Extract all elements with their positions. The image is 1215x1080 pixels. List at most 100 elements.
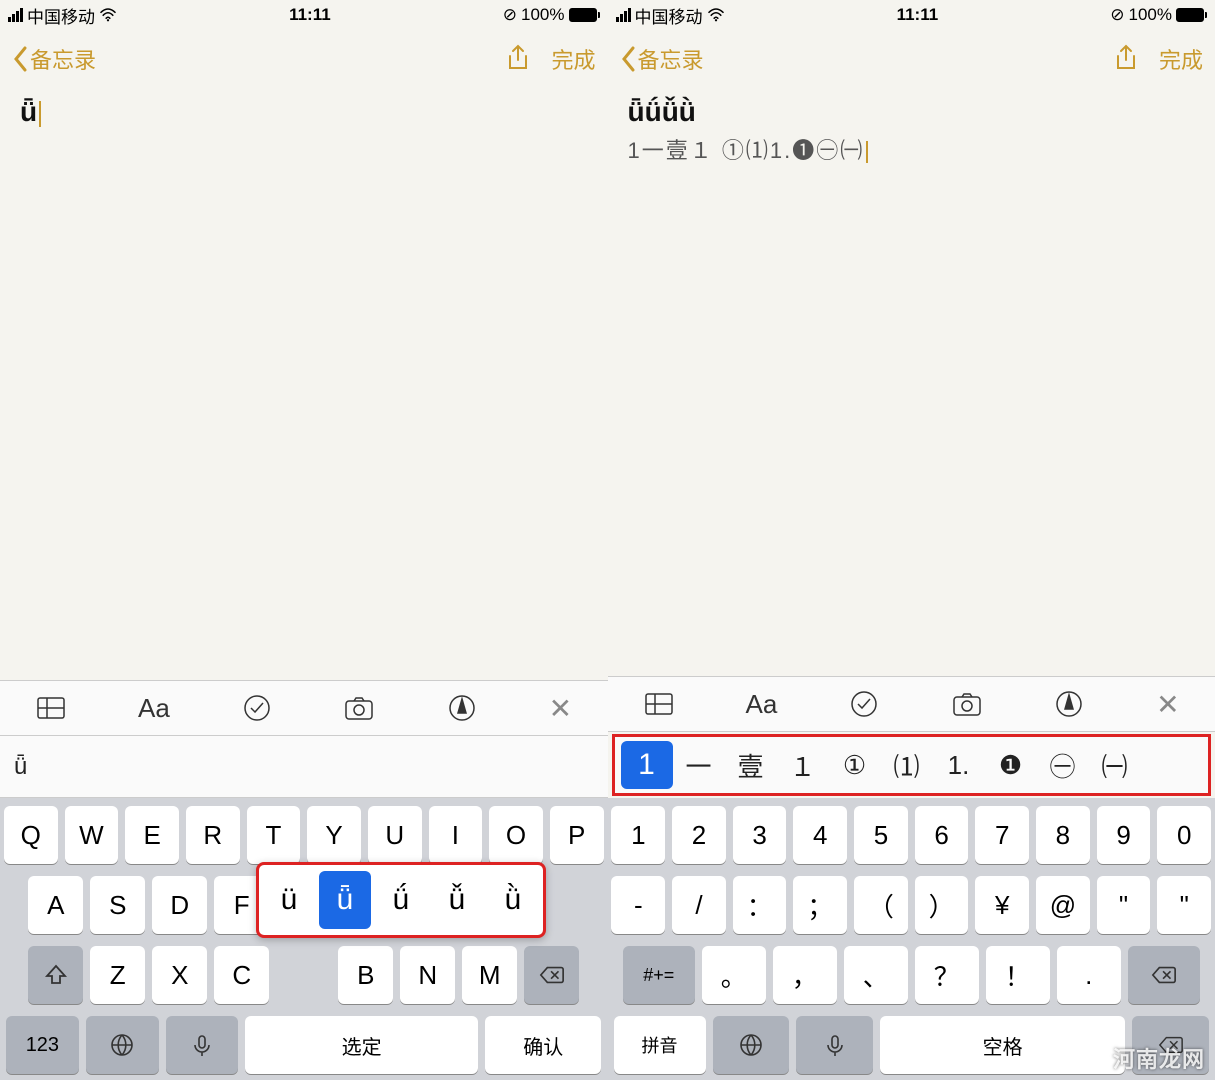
popup-option[interactable]: ǜ	[487, 871, 539, 929]
key-M[interactable]: M	[462, 946, 517, 1004]
popup-option[interactable]: ü	[263, 871, 315, 929]
key-W[interactable]: W	[65, 806, 119, 864]
popup-option[interactable]: ǚ	[431, 871, 483, 929]
key-5[interactable]: 5	[854, 806, 908, 864]
key-P[interactable]: P	[550, 806, 604, 864]
table-icon[interactable]	[643, 688, 675, 720]
key-"[interactable]: "	[1157, 876, 1211, 934]
candidate-item[interactable]: ㊀	[1037, 741, 1089, 789]
camera-icon[interactable]	[951, 688, 983, 720]
backspace-key[interactable]	[1128, 946, 1200, 1004]
markup-icon[interactable]	[1053, 688, 1085, 720]
markup-icon[interactable]	[446, 692, 478, 724]
key-O[interactable]: O	[489, 806, 543, 864]
key-D[interactable]: D	[152, 876, 207, 934]
backspace-key[interactable]	[524, 946, 579, 1004]
key-U[interactable]: U	[368, 806, 422, 864]
table-icon[interactable]	[35, 692, 67, 724]
key-3[interactable]: 3	[733, 806, 787, 864]
key-9[interactable]: 9	[1097, 806, 1151, 864]
key-Q[interactable]: Q	[4, 806, 58, 864]
key-）[interactable]: ）	[915, 876, 969, 934]
key-、[interactable]: 、	[844, 946, 908, 1004]
globe-key[interactable]	[86, 1016, 159, 1074]
status-time: 11:11	[289, 5, 331, 25]
key-@[interactable]: @	[1036, 876, 1090, 934]
close-toolbar-icon[interactable]: ✕	[549, 692, 572, 725]
key-1[interactable]: 1	[611, 806, 665, 864]
candidate-bar[interactable]: ǖ	[0, 736, 608, 798]
candidate-item[interactable]: ①	[829, 741, 881, 789]
text-format-icon[interactable]: Aa	[746, 689, 778, 720]
checklist-icon[interactable]	[241, 692, 273, 724]
candidate-bar[interactable]: 1一壹１①⑴1.❶㊀㈠	[612, 734, 1212, 796]
key-2[interactable]: 2	[672, 806, 726, 864]
key-7[interactable]: 7	[975, 806, 1029, 864]
key-Y[interactable]: Y	[307, 806, 361, 864]
shift-key[interactable]	[28, 946, 83, 1004]
checklist-icon[interactable]	[848, 688, 880, 720]
key-！[interactable]: ！	[986, 946, 1050, 1004]
key-；[interactable]: ；	[793, 876, 847, 934]
numbers-key[interactable]: 123	[6, 1016, 79, 1074]
key-（[interactable]: （	[854, 876, 908, 934]
right-phone: 中国移动 11:11 ⊘ 100% 备忘录 完成 ǖǘǚǜ 1一壹１ ①⑴1.❶…	[608, 0, 1215, 1080]
note-content[interactable]: ǖ	[0, 88, 608, 680]
candidate-item[interactable]: 壹	[725, 741, 777, 789]
key-，[interactable]: ，	[773, 946, 837, 1004]
text-format-icon[interactable]: Aa	[138, 693, 170, 724]
key-X[interactable]: X	[152, 946, 207, 1004]
select-key[interactable]: 选定	[245, 1016, 478, 1074]
key-？[interactable]: ？	[915, 946, 979, 1004]
done-button[interactable]: 完成	[551, 43, 595, 75]
key-T[interactable]: T	[247, 806, 301, 864]
key-：[interactable]: ：	[733, 876, 787, 934]
key-.[interactable]: .	[1057, 946, 1121, 1004]
key-4[interactable]: 4	[793, 806, 847, 864]
candidate-item[interactable]: ⑴	[881, 741, 933, 789]
done-button[interactable]: 完成	[1159, 43, 1203, 75]
pinyin-key[interactable]: 拼音	[614, 1016, 706, 1074]
candidate-item[interactable]: 一	[673, 741, 725, 789]
key-¥[interactable]: ¥	[975, 876, 1029, 934]
key-0[interactable]: 0	[1157, 806, 1211, 864]
key-8[interactable]: 8	[1036, 806, 1090, 864]
globe-key[interactable]	[713, 1016, 790, 1074]
confirm-key[interactable]: 确认	[485, 1016, 601, 1074]
key-"[interactable]: "	[1097, 876, 1151, 934]
candidate-item[interactable]: １	[777, 741, 829, 789]
space-key[interactable]: 空格	[880, 1016, 1125, 1074]
mic-key[interactable]	[166, 1016, 239, 1074]
text-cursor	[39, 101, 41, 127]
key-E[interactable]: E	[125, 806, 179, 864]
camera-icon[interactable]	[343, 692, 375, 724]
symbols-key[interactable]: #+=	[623, 946, 695, 1004]
key-。[interactable]: 。	[702, 946, 766, 1004]
candidate-item[interactable]: ❶	[985, 741, 1037, 789]
back-button[interactable]: 备忘录	[620, 43, 704, 75]
close-toolbar-icon[interactable]: ✕	[1156, 688, 1179, 721]
key-/[interactable]: /	[672, 876, 726, 934]
key-C[interactable]: C	[214, 946, 269, 1004]
share-icon[interactable]	[1113, 44, 1139, 74]
key-I[interactable]: I	[429, 806, 483, 864]
key-S[interactable]: S	[90, 876, 145, 934]
battery-icon	[569, 8, 600, 22]
popup-option[interactable]: ǘ	[375, 871, 427, 929]
back-button[interactable]: 备忘录	[12, 43, 96, 75]
candidate-item[interactable]: 1	[621, 741, 673, 789]
candidate-item[interactable]: ㈠	[1089, 741, 1141, 789]
key-6[interactable]: 6	[915, 806, 969, 864]
key-A[interactable]: A	[28, 876, 83, 934]
share-icon[interactable]	[505, 44, 531, 74]
key-R[interactable]: R	[186, 806, 240, 864]
key-popup[interactable]: üǖǘǚǜ	[256, 862, 546, 938]
candidate-item[interactable]: 1.	[933, 741, 985, 789]
key-B[interactable]: B	[338, 946, 393, 1004]
key--[interactable]: -	[611, 876, 665, 934]
popup-option[interactable]: ǖ	[319, 871, 371, 929]
key-N[interactable]: N	[400, 946, 455, 1004]
key-Z[interactable]: Z	[90, 946, 145, 1004]
mic-key[interactable]	[796, 1016, 873, 1074]
note-content[interactable]: ǖǘǚǜ 1一壹１ ①⑴1.❶㊀㈠	[608, 88, 1215, 676]
